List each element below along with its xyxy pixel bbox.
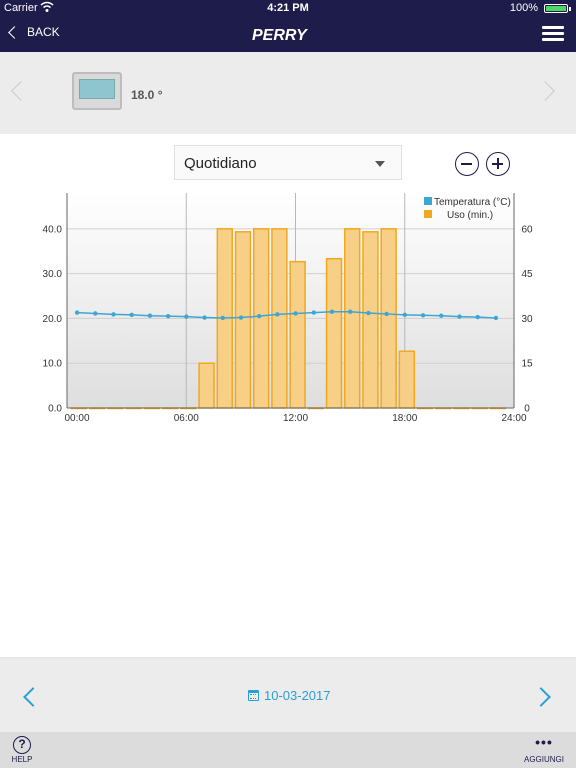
temperature-point: [366, 310, 371, 316]
usage-chart: 0.010.020.030.040.001530456000:00 06:00 12…: [43, 193, 533, 424]
temperature-point: [329, 309, 335, 314]
x-tick-label: 12:00: [283, 413, 308, 424]
x-tick-label: 06:00: [174, 413, 199, 424]
y-left-tick-label: 10.0: [43, 359, 63, 370]
chart-bar: [271, 228, 288, 409]
x-tick-label: 00:00: [64, 413, 89, 424]
more-dots-icon: •••: [535, 734, 553, 750]
temperature-point: [420, 313, 426, 318]
battery-tip: [569, 7, 571, 11]
temperature-point: [202, 315, 207, 320]
chart-bar: [289, 260, 306, 409]
device-temperature: 18.0 °: [131, 88, 163, 102]
temperature-point: [238, 315, 244, 320]
nav-bar: BACK PERRY: [0, 16, 576, 52]
date-prev-button[interactable]: [23, 687, 43, 707]
zoom-out-button[interactable]: [455, 152, 479, 176]
chart-bar: [198, 362, 215, 409]
temperature-point: [147, 313, 153, 318]
temperature-point: [457, 314, 462, 319]
chart-bar: [380, 228, 397, 409]
date-value: 10-03-2017: [264, 688, 331, 703]
calendar-icon: [248, 690, 259, 701]
minus-icon: [461, 163, 472, 165]
back-label: BACK: [27, 25, 60, 39]
zoom-in-button[interactable]: [486, 152, 510, 176]
battery-icon: [544, 4, 568, 13]
temperature-point: [220, 315, 225, 321]
temperature-point: [348, 309, 353, 314]
y-right-tick-label: 60: [521, 224, 533, 235]
device-next-button[interactable]: [535, 81, 555, 101]
legend-label-temperature: Temperatura (°C): [434, 197, 511, 208]
chart-bar: [344, 228, 361, 409]
help-button[interactable]: ? HELP: [10, 736, 34, 764]
temperature-point: [275, 312, 280, 317]
thermostat-image[interactable]: [72, 72, 122, 110]
temperature-point: [184, 314, 189, 319]
date-next-button[interactable]: [531, 687, 551, 707]
back-button[interactable]: BACK: [8, 25, 60, 39]
temperature-point: [93, 311, 98, 316]
caret-down-icon: [375, 161, 385, 167]
add-label: AGGIUNGI: [523, 755, 564, 764]
clock: 4:21 PM: [267, 2, 309, 14]
y-right-tick-label: 30: [521, 314, 533, 325]
period-dropdown-value: Quotidiano: [184, 155, 257, 172]
menu-line: [542, 38, 564, 41]
device-selector: 18.0 °: [0, 52, 576, 134]
temperature-point: [256, 313, 262, 319]
chart-bar: [325, 257, 343, 409]
bottom-toolbar: ? HELP ••• AGGIUNGI: [0, 732, 576, 768]
y-left-tick-label: 0.0: [48, 404, 62, 415]
add-button[interactable]: ••• AGGIUNGI: [522, 734, 566, 764]
temperature-point: [311, 310, 317, 315]
temperature-point: [439, 313, 444, 318]
legend-swatch-temperature: [424, 197, 432, 205]
temperature-point: [402, 312, 408, 318]
date-navigation: 10-03-2017: [0, 657, 576, 732]
chart-bar: [234, 231, 252, 409]
temperature-point: [384, 311, 389, 317]
y-right-tick-label: 45: [521, 269, 533, 280]
x-tick-label: 18:00: [392, 413, 417, 424]
temperature-point: [111, 312, 116, 317]
device-prev-button[interactable]: [11, 81, 31, 101]
menu-line: [542, 26, 564, 29]
plus-icon-vertical: [497, 158, 499, 169]
period-dropdown[interactable]: Quotidiano: [174, 145, 402, 180]
chart-bar: [252, 228, 270, 409]
menu-line: [542, 32, 564, 35]
thermostat-screen: [79, 79, 115, 99]
y-right-tick-label: 15: [521, 359, 533, 370]
question-icon: ?: [13, 736, 31, 754]
temperature-point: [129, 312, 134, 318]
temperature-point: [74, 310, 80, 315]
legend-label-usage: Uso (min.): [447, 210, 493, 221]
date-picker[interactable]: 10-03-2017: [248, 688, 331, 703]
logo-text: PERRY: [252, 27, 308, 44]
temperature-point: [493, 315, 499, 321]
chart-bar: [362, 231, 379, 409]
status-bar: Carrier 4:21 PM 100%: [0, 0, 576, 16]
chevron-left-icon: [8, 25, 21, 39]
temperature-point: [165, 313, 171, 319]
temperature-point: [475, 314, 480, 320]
y-left-tick-label: 30.0: [43, 269, 63, 280]
temperature-point: [293, 311, 298, 316]
help-label: HELP: [11, 755, 33, 764]
y-left-tick-label: 40.0: [43, 224, 63, 235]
menu-button[interactable]: [542, 26, 564, 42]
legend-swatch-usage: [424, 210, 432, 218]
x-tick-label: 24:00: [501, 413, 526, 424]
perry-logo: PERRY: [252, 27, 308, 44]
y-left-tick-label: 20.0: [43, 314, 63, 325]
battery-percentage: 100%: [509, 2, 538, 14]
chart-bar: [398, 350, 416, 409]
